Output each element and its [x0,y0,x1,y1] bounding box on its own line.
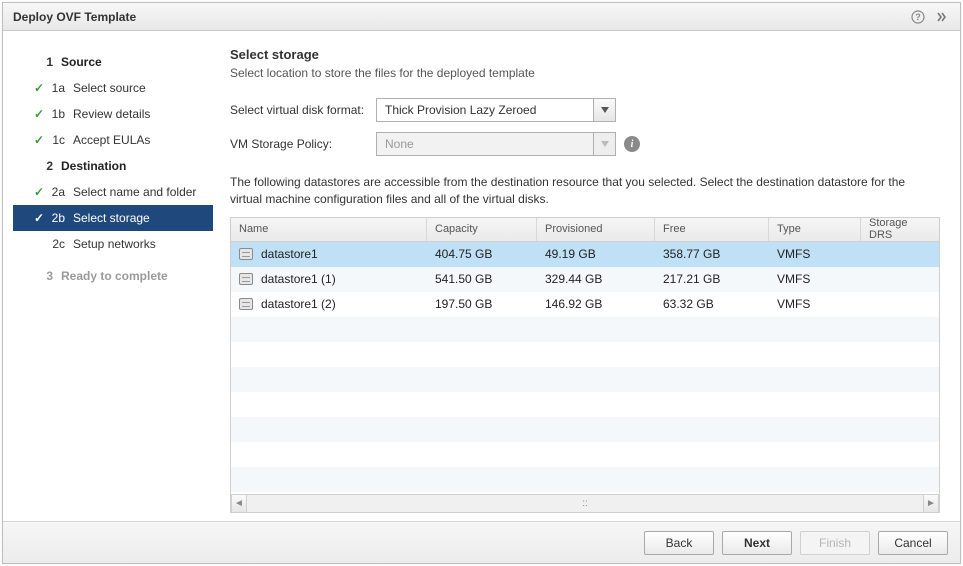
cell-provisioned: 329.44 GB [537,267,655,292]
label-disk-format: Select virtual disk format: [230,103,376,117]
back-button[interactable]: Back [644,531,714,555]
cell-type: VMFS [769,292,861,317]
table-row [231,442,939,467]
table-description: The following datastores are accessible … [230,174,940,209]
step-accept-eulas[interactable]: ✓ 1c Accept EULAs [3,127,218,153]
step-ready-complete: 3 Ready to complete [3,263,218,289]
page-description: Select location to store the files for t… [230,66,940,80]
cell-provisioned: 146.92 GB [537,292,655,317]
next-button[interactable]: Next [722,531,792,555]
col-header-name[interactable]: Name [231,218,427,241]
cell-capacity: 541.50 GB [427,267,537,292]
select-disk-format[interactable]: Thick Provision Lazy Zeroed [376,98,616,122]
scroll-track[interactable]: :: [247,498,923,509]
table-row [231,367,939,392]
check-icon: ✓ [31,185,47,199]
table-row [231,342,939,367]
dialog-footer: Back Next Finish Cancel [3,521,960,563]
datastore-table: Name Capacity Provisioned Free Type Stor… [230,217,940,513]
col-header-type[interactable]: Type [769,218,861,241]
cell-drs [861,267,939,292]
table-row[interactable]: datastore1 (2)197.50 GB146.92 GB63.32 GB… [231,292,939,317]
check-icon: ✓ [31,133,47,147]
step-select-storage[interactable]: ✓ 2b Select storage [13,205,213,231]
finish-button: Finish [800,531,870,555]
table-header: Name Capacity Provisioned Free Type Stor… [231,218,939,242]
cell-capacity: 404.75 GB [427,242,537,267]
table-row [231,392,939,417]
help-icon[interactable]: ? [910,9,926,25]
cell-name: datastore1 [231,242,427,267]
check-icon: ✓ [31,211,47,225]
step-setup-networks[interactable]: 2c Setup networks [3,231,218,257]
cell-name: datastore1 (1) [231,267,427,292]
table-row[interactable]: datastore1 (1)541.50 GB329.44 GB217.21 G… [231,267,939,292]
select-disk-format-value: Thick Provision Lazy Zeroed [377,103,593,117]
scroll-left-icon[interactable]: ◄ [231,495,247,512]
table-row [231,467,939,492]
table-row [231,317,939,342]
page-title: Select storage [230,47,940,62]
col-header-free[interactable]: Free [655,218,769,241]
svg-text:?: ? [915,12,921,22]
col-header-drs[interactable]: Storage DRS [861,218,939,241]
cell-free: 358.77 GB [655,242,769,267]
step-source[interactable]: 1 Source [3,49,218,75]
datastore-icon [239,298,253,310]
step-review-details[interactable]: ✓ 1b Review details [3,101,218,127]
scroll-right-icon[interactable]: ► [923,495,939,512]
dialog-deploy-ovf: Deploy OVF Template ? 1 Source ✓ 1a Sele… [2,2,961,564]
step-select-name-folder[interactable]: ✓ 2a Select name and folder [3,179,218,205]
cell-free: 63.32 GB [655,292,769,317]
titlebar: Deploy OVF Template ? [3,3,960,31]
expand-icon[interactable] [934,9,950,25]
datastore-icon [239,273,253,285]
cell-type: VMFS [769,242,861,267]
select-storage-policy: None [376,132,616,156]
table-row[interactable]: datastore1404.75 GB49.19 GB358.77 GBVMFS [231,242,939,267]
check-icon: ✓ [31,107,47,121]
label-storage-policy: VM Storage Policy: [230,137,376,151]
row-disk-format: Select virtual disk format: Thick Provis… [230,98,940,122]
check-icon: ✓ [31,81,47,95]
cell-capacity: 197.50 GB [427,292,537,317]
cancel-button[interactable]: Cancel [878,531,948,555]
dialog-body: 1 Source ✓ 1a Select source ✓ 1b Review … [3,31,960,521]
cell-drs [861,242,939,267]
col-header-capacity[interactable]: Capacity [427,218,537,241]
select-storage-policy-value: None [377,137,593,151]
wizard-content: Select storage Select location to store … [218,31,960,521]
wizard-sidebar: 1 Source ✓ 1a Select source ✓ 1b Review … [3,31,218,521]
cell-name: datastore1 (2) [231,292,427,317]
cell-free: 217.21 GB [655,267,769,292]
cell-provisioned: 49.19 GB [537,242,655,267]
cell-type: VMFS [769,267,861,292]
cell-drs [861,292,939,317]
table-body: datastore1404.75 GB49.19 GB358.77 GBVMFS… [231,242,939,494]
col-header-provisioned[interactable]: Provisioned [537,218,655,241]
datastore-icon [239,248,253,260]
chevron-down-icon [593,133,615,155]
row-storage-policy: VM Storage Policy: None i [230,132,940,156]
step-select-source[interactable]: ✓ 1a Select source [3,75,218,101]
step-destination[interactable]: 2 Destination [3,153,218,179]
table-row [231,417,939,442]
chevron-down-icon[interactable] [593,99,615,121]
horizontal-scrollbar[interactable]: ◄ :: ► [231,494,939,512]
info-icon[interactable]: i [624,136,640,152]
window-title: Deploy OVF Template [13,10,136,24]
